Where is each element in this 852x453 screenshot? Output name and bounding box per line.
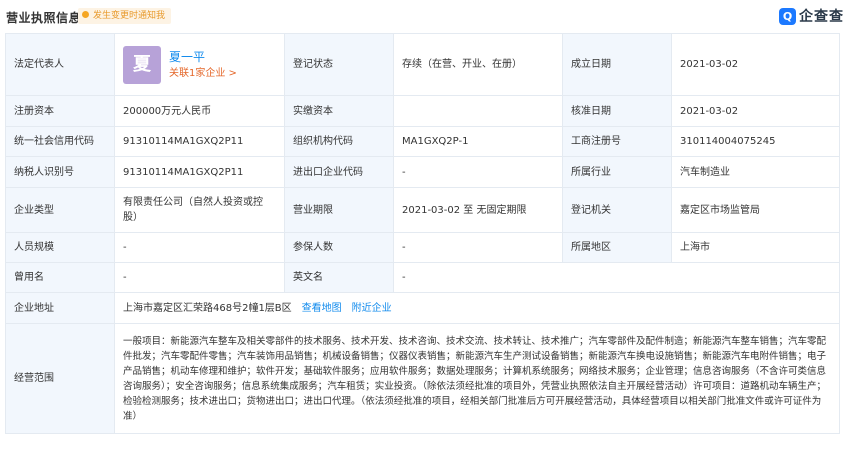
business-license-table: 法定代表人 夏 夏一平 关联1家企业 > 登记状态 存续（在营、开业、在册） 成…: [5, 33, 840, 434]
table-row: 曾用名 - 英文名 -: [5, 262, 840, 293]
table-row: 法定代表人 夏 夏一平 关联1家企业 > 登记状态 存续（在营、开业、在册） 成…: [5, 33, 840, 96]
address-cell: 上海市嘉定区汇荣路468号2幢1层B区 查看地图 附近企业: [114, 292, 840, 324]
region-label: 所属地区: [562, 232, 672, 263]
import-export-label: 进出口企业代码: [284, 156, 394, 188]
section-header: 营业执照信息 发生变更时通知我 Q 企查查: [0, 0, 852, 32]
scope-label: 经营范围: [5, 323, 115, 434]
paid-capital-label: 实缴资本: [284, 95, 394, 127]
table-row: 注册资本 200000万元人民币 实缴资本 核准日期 2021-03-02: [5, 95, 840, 127]
table-row: 人员规模 - 参保人数 - 所属地区 上海市: [5, 232, 840, 263]
staff-size-value: -: [114, 232, 285, 263]
region-value: 上海市: [671, 232, 840, 263]
former-name-value: -: [114, 262, 285, 293]
taxpayer-id-value: 91310114MA1GXQ2P11: [114, 156, 285, 188]
brand-logo: Q 企查查: [779, 4, 844, 28]
change-notify-button[interactable]: 发生变更时通知我: [78, 8, 172, 24]
former-name-label: 曾用名: [5, 262, 115, 293]
table-row: 统一社会信用代码 91310114MA1GXQ2P11 组织机构代码 MA1GX…: [5, 126, 840, 157]
section-title: 营业执照信息: [6, 11, 82, 25]
biz-term-label: 营业期限: [284, 187, 394, 233]
import-export-value: -: [393, 156, 563, 188]
address-label: 企业地址: [5, 292, 115, 324]
table-row: 经营范围 一般项目：新能源汽车整车及相关零部件的技术服务、技术开发、技术咨询、技…: [5, 323, 840, 434]
staff-size-label: 人员规模: [5, 232, 115, 263]
table-row: 企业类型 有限责任公司（自然人投资或控股） 营业期限 2021-03-02 至 …: [5, 187, 840, 233]
founded-value: 2021-03-02: [671, 33, 840, 96]
founded-label: 成立日期: [562, 33, 672, 96]
insured-value: -: [393, 232, 563, 263]
insured-label: 参保人数: [284, 232, 394, 263]
table-row: 企业地址 上海市嘉定区汇荣路468号2幢1层B区 查看地图 附近企业: [5, 292, 840, 324]
approve-date-value: 2021-03-02: [671, 95, 840, 127]
address-value: 上海市嘉定区汇荣路468号2幢1层B区: [123, 302, 292, 314]
english-name-label: 英文名: [284, 262, 394, 293]
legal-rep-cell: 夏 夏一平 关联1家企业 >: [114, 33, 285, 96]
change-notify-label: 发生变更时通知我: [93, 11, 166, 21]
table-row: 纳税人识别号 91310114MA1GXQ2P11 进出口企业代码 - 所属行业…: [5, 156, 840, 188]
legal-rep-label: 法定代表人: [5, 33, 115, 96]
paid-capital-value: [393, 95, 563, 127]
reg-status-label: 登记状态: [284, 33, 394, 96]
org-code-value: MA1GXQ2P-1: [393, 126, 563, 157]
industry-value: 汽车制造业: [671, 156, 840, 188]
reg-capital-label: 注册资本: [5, 95, 115, 127]
reg-authority-label: 登记机关: [562, 187, 672, 233]
bell-icon: [82, 11, 89, 18]
approve-date-label: 核准日期: [562, 95, 672, 127]
reg-status-value: 存续（在营、开业、在册）: [393, 33, 563, 96]
credit-code-value: 91310114MA1GXQ2P11: [114, 126, 285, 157]
biz-reg-no-label: 工商注册号: [562, 126, 672, 157]
legal-rep-name-link[interactable]: 夏一平: [169, 49, 237, 66]
avatar[interactable]: 夏: [123, 45, 161, 84]
industry-label: 所属行业: [562, 156, 672, 188]
english-name-value: -: [393, 262, 840, 293]
biz-term-value: 2021-03-02 至 无固定期限: [393, 187, 563, 233]
qichacha-logo-icon: Q: [779, 7, 796, 25]
reg-capital-value: 200000万元人民币: [114, 95, 285, 127]
brand-name: 企查查: [799, 9, 844, 25]
nearby-companies-link[interactable]: 附近企业: [352, 303, 392, 314]
related-companies-link[interactable]: 关联1家企业 >: [169, 66, 237, 81]
scope-value: 一般项目：新能源汽车整车及相关零部件的技术服务、技术开发、技术咨询、技术交流、技…: [114, 323, 840, 434]
taxpayer-id-label: 纳税人识别号: [5, 156, 115, 188]
org-code-label: 组织机构代码: [284, 126, 394, 157]
reg-authority-value: 嘉定区市场监管局: [671, 187, 840, 233]
view-map-link[interactable]: 查看地图: [302, 303, 342, 314]
company-type-value: 有限责任公司（自然人投资或控股）: [114, 187, 285, 233]
company-type-label: 企业类型: [5, 187, 115, 233]
biz-reg-no-value: 310114004075245: [671, 126, 840, 157]
credit-code-label: 统一社会信用代码: [5, 126, 115, 157]
